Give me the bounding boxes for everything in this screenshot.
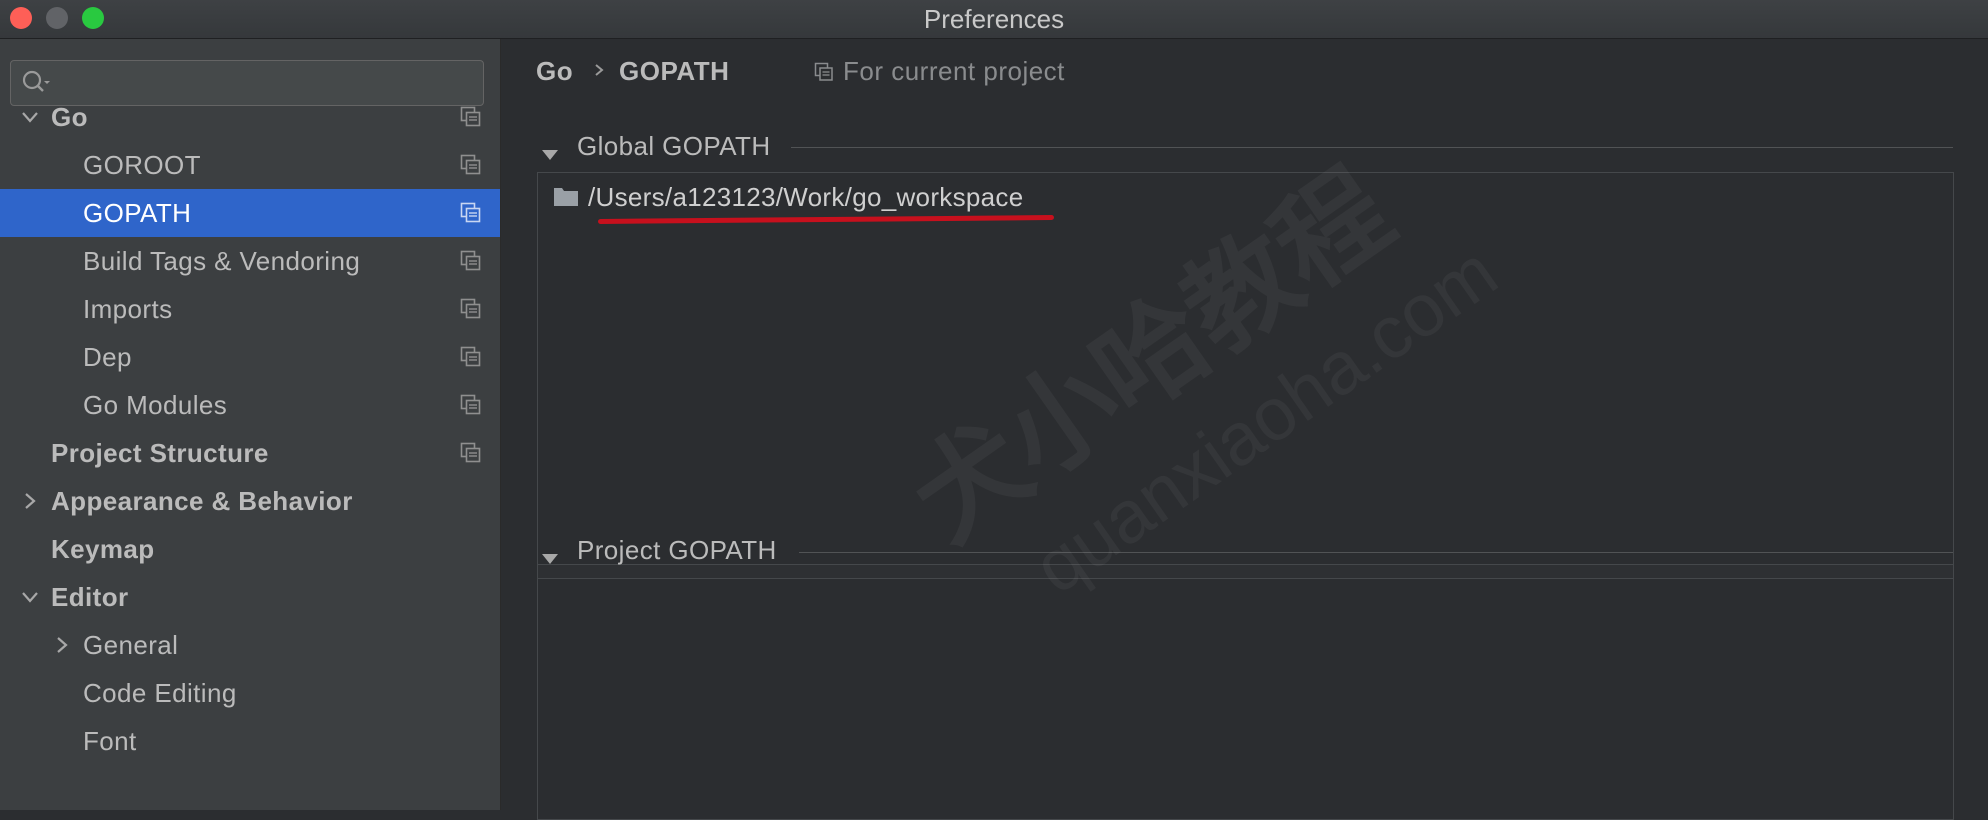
project-scope-icon bbox=[460, 298, 481, 319]
scope-label: For current project bbox=[843, 56, 1065, 86]
collapse-triangle-icon[interactable] bbox=[541, 148, 559, 162]
chevron-right-icon[interactable] bbox=[18, 489, 42, 513]
sidebar-item-editor[interactable]: Editor bbox=[0, 573, 500, 621]
chevron-down-icon[interactable] bbox=[18, 585, 42, 609]
gopath-entry: /Users/a123123/Work/go_workspace bbox=[588, 182, 1024, 212]
chevron-right-icon[interactable] bbox=[50, 633, 74, 657]
project-scope-icon bbox=[460, 106, 481, 127]
project-gopath-title: Project GOPATH bbox=[577, 535, 777, 565]
sidebar-item-label: Editor bbox=[51, 582, 129, 612]
sidebar-item-goroot[interactable]: GOROOT bbox=[0, 141, 500, 189]
sidebar-item-label: GOPATH bbox=[83, 198, 192, 228]
project-scope-icon bbox=[460, 442, 481, 463]
sidebar-item-label: Dep bbox=[83, 342, 132, 372]
folder-icon bbox=[554, 188, 578, 206]
project-gopath-list[interactable] bbox=[537, 578, 1954, 820]
breadcrumb-separator-icon bbox=[595, 64, 604, 76]
sidebar-item-code-editing[interactable]: Code Editing bbox=[0, 669, 500, 717]
project-scope-icon bbox=[814, 62, 833, 81]
sidebar-item-keymap[interactable]: Keymap bbox=[0, 525, 500, 573]
project-scope-icon bbox=[460, 154, 481, 175]
section-divider bbox=[791, 147, 1953, 148]
window-title: Preferences bbox=[923, 4, 1065, 34]
breadcrumb-current: GOPATH bbox=[619, 56, 730, 86]
sidebar-item-label: Font bbox=[83, 726, 137, 756]
sidebar-item-general[interactable]: General bbox=[0, 621, 500, 669]
section-divider bbox=[799, 552, 1953, 553]
sidebar-item-appearance-behavior[interactable]: Appearance & Behavior bbox=[0, 477, 500, 525]
sidebar-item-label: Go Modules bbox=[83, 390, 228, 420]
sidebar-item-project-structure[interactable]: Project Structure bbox=[0, 429, 500, 477]
sidebar-item-label: GOROOT bbox=[83, 150, 201, 180]
sidebar-item-label: Build Tags & Vendoring bbox=[83, 246, 361, 276]
project-scope-icon bbox=[460, 202, 481, 223]
breadcrumb-parent[interactable]: Go bbox=[536, 56, 573, 87]
global-gopath-title: Global GOPATH bbox=[577, 131, 771, 161]
title-bar: Preferences bbox=[0, 0, 1988, 39]
project-scope-icon bbox=[460, 250, 481, 271]
chevron-down-icon[interactable] bbox=[18, 105, 42, 129]
sidebar-item-build-tags[interactable]: Build Tags & Vendoring bbox=[0, 237, 500, 285]
sidebar-item-go-modules[interactable]: Go Modules bbox=[0, 381, 500, 429]
sidebar-item-label: Project Structure bbox=[51, 438, 269, 468]
list-item[interactable]: /Users/a123123/Work/go_workspace bbox=[538, 173, 1953, 224]
project-scope-icon bbox=[460, 346, 481, 367]
sidebar-item-font[interactable]: Font bbox=[0, 717, 500, 765]
sidebar-item-label: Code Editing bbox=[83, 678, 237, 708]
sidebar-item-label: Keymap bbox=[51, 534, 155, 564]
red-underline-annotation bbox=[597, 215, 1055, 224]
sidebar-item-dep[interactable]: Dep bbox=[0, 333, 500, 381]
settings-content: Go GOPATH For current project Global GOP… bbox=[501, 39, 1988, 820]
sidebar-item-gopath[interactable]: GOPATH bbox=[0, 189, 500, 237]
sidebar-item-go[interactable]: Go bbox=[0, 93, 500, 141]
sidebar-item-label: Go bbox=[51, 102, 88, 132]
sidebar-item-label: Imports bbox=[83, 294, 173, 324]
sidebar-item-label: Appearance & Behavior bbox=[51, 486, 353, 516]
settings-sidebar: Go GOROOT GOPATH Build Tags & Vendoring … bbox=[0, 39, 501, 810]
collapse-triangle-icon[interactable] bbox=[541, 552, 559, 566]
sidebar-item-label: General bbox=[83, 630, 179, 660]
project-scope-icon bbox=[460, 394, 481, 415]
sidebar-item-imports[interactable]: Imports bbox=[0, 285, 500, 333]
